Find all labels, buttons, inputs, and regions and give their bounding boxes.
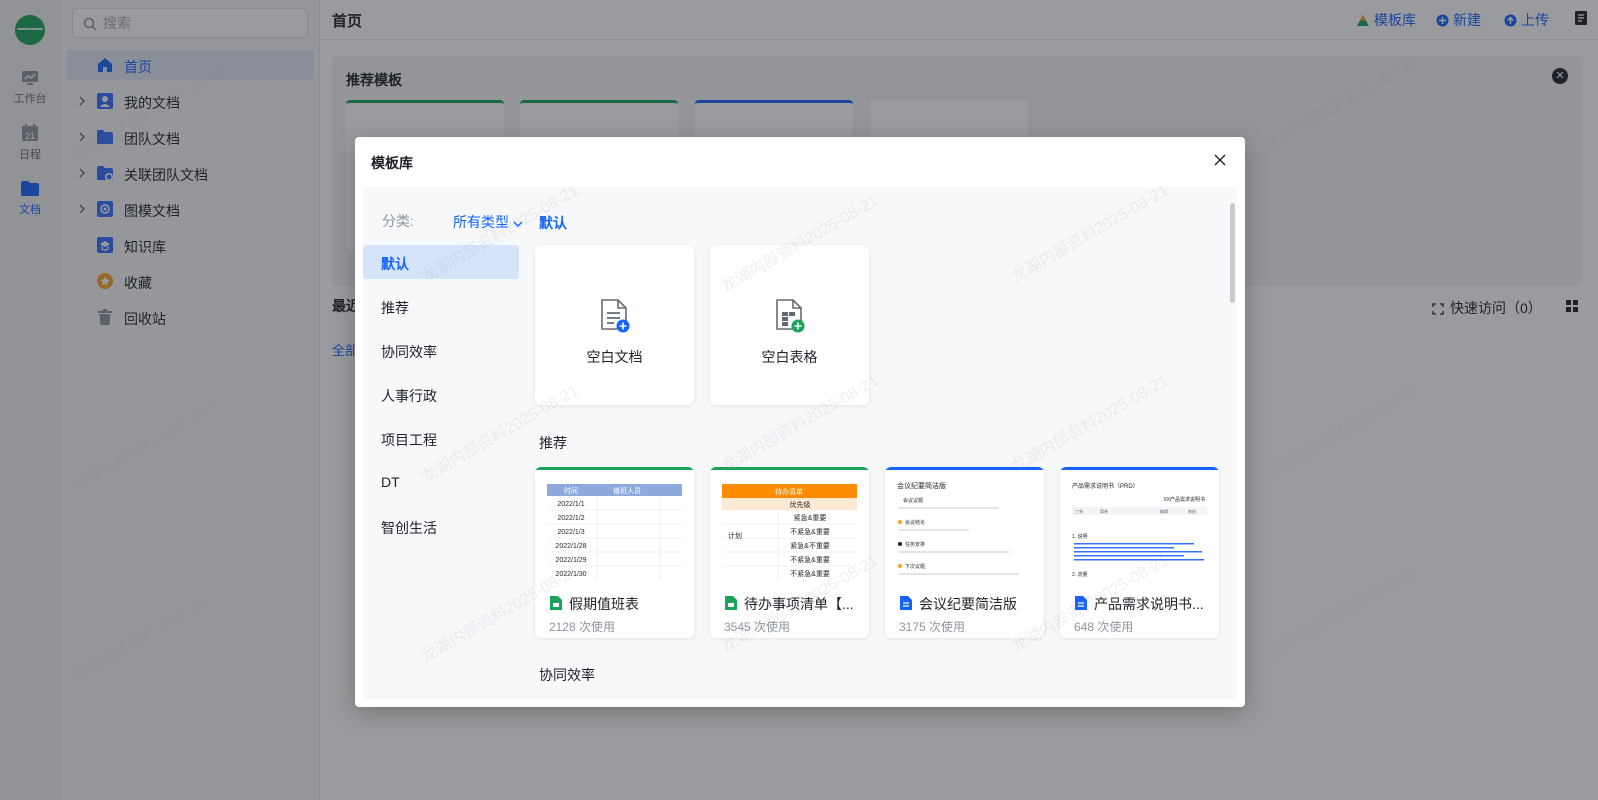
thumb-cell: 不紧急&重要 — [790, 569, 830, 578]
thumb-cell: 2022/1/29 — [555, 557, 586, 564]
thumb-header: 时间 — [564, 486, 578, 495]
chevron-down-icon — [513, 221, 523, 227]
todo-list-thumbnail: 待办清单 优先级 计划 紧急&重要 不紧急&重要 紧急&不重要 不紧急&重要 不… — [722, 484, 857, 580]
close-icon[interactable] — [1211, 151, 1229, 169]
blank-sheet-label: 空白表格 — [761, 349, 818, 365]
thumb-cell: 简单 — [1100, 508, 1108, 514]
section-title-efficiency: 协同效率 — [539, 667, 595, 683]
thumb-item: 下次议题 — [905, 563, 925, 570]
thumb-cell: 2022/1/30 — [555, 571, 586, 578]
thumb-cell: 紧急&重要 — [794, 513, 827, 522]
category-item-project[interactable]: 项目工程 — [363, 421, 519, 455]
thumb-cell: 计划 — [728, 531, 742, 540]
template-card-todo-list[interactable]: 待办清单 优先级 计划 紧急&重要 不紧急&重要 紧急&不重要 不紧急&重要 不… — [710, 467, 869, 638]
section-title-recommend: 推荐 — [539, 435, 567, 451]
modal-scrollbar[interactable] — [1230, 203, 1235, 303]
thumb-cell: 2022/1/1 — [557, 501, 584, 508]
doc-file-icon — [1075, 596, 1087, 610]
thumb-cell: 工单 — [1075, 508, 1083, 514]
thumb-cell: 2022/1/2 — [557, 515, 584, 522]
prd-thumbnail: 产品需求说明书（PRD） XX产品需求说明书 工单 简单 编辑 审核 1. 说明… — [1072, 482, 1207, 578]
template-card-meeting-minutes[interactable]: 会议纪要简洁版 会议议题 会议结论 任务安排 下次议题 会议纪要简洁版 3175… — [885, 467, 1044, 638]
template-name: 会议纪要简洁版 — [919, 596, 1017, 612]
category-item-recommend[interactable]: 推荐 — [363, 289, 519, 323]
thumb-title: 会议纪要简洁版 — [897, 481, 946, 490]
thumb-cell: 不紧急&重要 — [790, 527, 830, 536]
type-select[interactable]: 所有类型 — [453, 212, 523, 232]
template-name: 假期值班表 — [569, 596, 639, 612]
template-card-duty-roster[interactable]: 时间 值班人员 2022/1/1 2022/1/2 2022/1/3 2022/… — [535, 467, 694, 638]
category-item-life[interactable]: 智创生活 — [363, 509, 519, 543]
template-card-prd[interactable]: 产品需求说明书（PRD） XX产品需求说明书 工单 简单 编辑 审核 1. 说明… — [1060, 467, 1219, 638]
thumb-header: 待办清单 — [775, 487, 803, 496]
thumb-cell: 优先级 — [790, 500, 811, 509]
category-item-default[interactable]: 默认 — [363, 245, 519, 279]
thumb-item: 1. 说明 — [1072, 533, 1088, 540]
thumb-cell: 紧急&不重要 — [790, 541, 830, 550]
thumb-cell: 编辑 — [1160, 508, 1168, 514]
sheet-file-icon — [725, 596, 737, 610]
thumb-title: 产品需求说明书（PRD） — [1072, 482, 1139, 490]
template-name: 产品需求说明书... — [1094, 596, 1204, 612]
new-sheet-icon — [776, 299, 805, 333]
category-item-dt[interactable]: DT — [363, 465, 519, 499]
template-uses: 3175 次使用 — [899, 620, 966, 634]
category-label: 分类: — [382, 213, 414, 229]
new-doc-icon — [601, 299, 630, 333]
blank-sheet-card[interactable]: 空白表格 — [710, 245, 869, 405]
template-uses: 648 次使用 — [1074, 620, 1134, 634]
blank-doc-label: 空白文档 — [586, 349, 643, 365]
thumb-cell: 不紧急&重要 — [790, 555, 830, 564]
template-library-modal: 模板库 分类: 所有类型 默认 推荐 协同效率 人事行政 项目工程 DT 智创生… — [355, 137, 1245, 707]
thumb-item: 会议结论 — [905, 519, 925, 526]
modal-title: 模板库 — [371, 155, 413, 171]
duty-roster-thumbnail: 时间 值班人员 2022/1/1 2022/1/2 2022/1/3 2022/… — [547, 484, 682, 580]
template-name: 待办事项清单【... — [744, 596, 854, 612]
thumb-cell: 审核 — [1188, 508, 1196, 514]
template-uses: 2128 次使用 — [549, 620, 616, 634]
category-item-efficiency[interactable]: 协同效率 — [363, 333, 519, 367]
thumb-header: 值班人员 — [613, 486, 641, 495]
thumb-subtitle: XX产品需求说明书 — [1163, 496, 1205, 503]
thumb-item: 2. 流量 — [1072, 571, 1088, 578]
thumb-cell: 2022/1/3 — [557, 529, 584, 536]
modal-body: 分类: 所有类型 默认 推荐 协同效率 人事行政 项目工程 DT 智创生活 默认… — [363, 187, 1237, 699]
blank-doc-card[interactable]: 空白文档 — [535, 245, 694, 405]
doc-file-icon — [900, 596, 912, 610]
category-item-hr-admin[interactable]: 人事行政 — [363, 377, 519, 411]
thumb-item: 会议议题 — [903, 497, 923, 504]
template-uses: 3545 次使用 — [724, 620, 791, 634]
thumb-cell: 2022/1/28 — [555, 543, 586, 550]
meeting-minutes-thumbnail: 会议纪要简洁版 会议议题 会议结论 任务安排 下次议题 — [897, 481, 1019, 575]
sheet-file-icon — [550, 596, 562, 610]
section-title-default: 默认 — [539, 215, 567, 231]
template-content: 默认 空白文档 空白表格 推荐 时间 值班人员 2022/1/1 2022/1/… — [535, 187, 1219, 699]
thumb-item: 任务安排 — [905, 541, 925, 548]
